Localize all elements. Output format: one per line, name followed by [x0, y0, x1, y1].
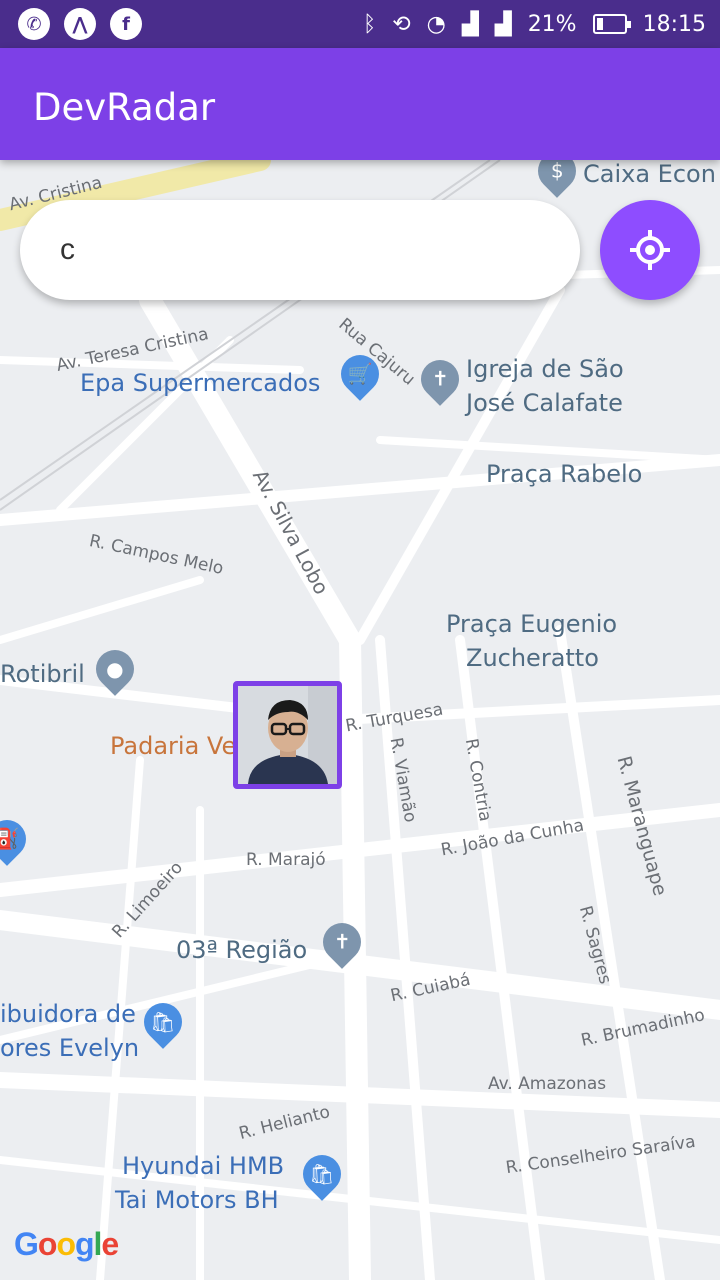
poi-label: Rotibril [0, 660, 85, 688]
poi-label: Padaria Ve [110, 732, 237, 760]
road-label: Av. Amazonas [488, 1074, 607, 1094]
bluetooth-icon: ᛒ [363, 11, 377, 37]
avatar [238, 686, 337, 784]
search-input[interactable] [60, 225, 540, 275]
poi-label: Praça Rabelo [486, 460, 643, 488]
poi-label: ibuidora de [0, 1000, 136, 1028]
poi-label: 03ª Região [176, 936, 308, 964]
poi-label: Caixa Econ [583, 160, 716, 188]
road-label: R. Marajó [246, 850, 326, 870]
search-bar [20, 200, 580, 300]
battery-percent: 21% [527, 11, 577, 37]
notification-icons: ✆ ⋀ f [18, 8, 142, 40]
battery-icon [592, 14, 631, 34]
system-icons: ᛒ ⟲ ◔ ▟ ▟ 21% 18:15 [363, 8, 706, 40]
poi-label: José Calafate [466, 389, 623, 417]
poi-label: Hyundai HMB [122, 1152, 285, 1180]
wifi-icon: ◔ [426, 11, 446, 37]
app-title: DevRadar [33, 86, 216, 129]
map-view[interactable]: Av. Cristina Av. Teresa Cristina Rua Caj… [0, 160, 720, 1280]
poi-label: Tai Motors BH [115, 1186, 279, 1214]
status-bar: ✆ ⋀ f ᛒ ⟲ ◔ ▟ ▟ 21% 18:15 [0, 0, 720, 48]
dev-marker[interactable] [233, 681, 342, 789]
clock: 18:15 [642, 11, 706, 37]
signal-icon: ▟ [461, 11, 479, 37]
locate-button[interactable] [600, 200, 700, 300]
poi-label: Zucheratto [466, 644, 599, 672]
app-bar: DevRadar [0, 48, 720, 160]
facebook-icon: f [110, 8, 142, 40]
my-location-icon [630, 230, 670, 270]
no-signal-icon: ▟ [494, 11, 512, 37]
google-logo: Google [14, 1226, 119, 1262]
poi-label: Igreja de São [466, 355, 624, 383]
whatsapp-icon: ✆ [18, 8, 50, 40]
rotate-icon: ⟲ [392, 11, 411, 37]
poi-label: ores Evelyn [0, 1034, 140, 1062]
app-icon: ⋀ [64, 8, 96, 40]
poi-label: Epa Supermercados [80, 369, 321, 397]
poi-label: Praça Eugenio [446, 610, 618, 638]
